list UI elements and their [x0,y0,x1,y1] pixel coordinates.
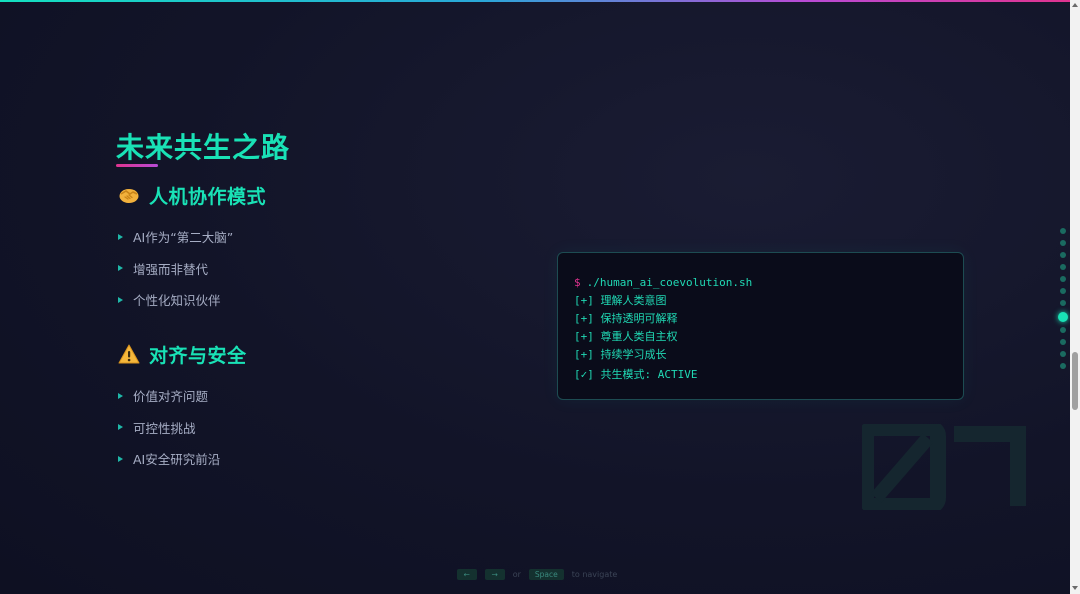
bullet-arrow-icon [118,424,123,431]
nav-dot[interactable] [1060,240,1066,246]
slide: 未来共生之路 人机协作模式 AI作为“第二大脑” 增强而非替代 个性化知识伙伴 … [0,0,1070,594]
list-item-text: 增强而非替代 [133,261,209,277]
section-heading: 对齐与安全 [118,340,518,368]
warning-icon [118,344,140,364]
list-item: 可控性挑战 [118,412,518,444]
section-heading: 人机协作模式 [118,181,518,209]
section-alignment: 对齐与安全 价值对齐问题 可控性挑战 AI安全研究前沿 [118,340,518,475]
terminal-output-line: [+] 持续学习成长 [574,348,667,361]
slide-number-watermark [862,424,1026,510]
terminal-output-line: [+] 保持透明可解释 [574,312,678,325]
slide-title: 未来共生之路 [116,131,291,164]
bullet-arrow-icon [118,233,123,240]
list-item: AI安全研究前沿 [118,443,518,475]
key-space[interactable]: Space [528,568,564,580]
nav-dot-active[interactable] [1058,312,1068,322]
list-item: 价值对齐问题 [118,380,518,412]
nav-dot[interactable] [1060,327,1066,333]
nav-dot[interactable] [1060,276,1066,282]
scroll-down-arrow-icon[interactable] [1072,586,1078,590]
terminal-output-line: [+] 尊重人类自主权 [574,330,678,343]
bullet-arrow-icon [118,392,123,399]
bullet-arrow-icon [118,455,123,462]
list-item-text: AI安全研究前沿 [133,452,221,468]
slide-nav-dots [1058,228,1068,375]
nav-dot[interactable] [1060,351,1066,357]
list-item: AI作为“第二大脑” [118,221,518,253]
top-gradient-bar [0,0,1070,2]
list-item-text: 个性化知识伙伴 [133,293,221,309]
nav-dot[interactable] [1060,288,1066,294]
hint-or: or [512,569,521,579]
scroll-up-arrow-icon[interactable] [1072,3,1078,7]
scroll-thumb[interactable] [1072,352,1078,410]
key-next[interactable]: → [484,568,505,580]
list-item-text: AI作为“第二大脑” [133,230,234,246]
hint-text: to navigate [571,569,618,579]
nav-dot[interactable] [1060,252,1066,258]
vertical-scrollbar[interactable] [1070,0,1080,594]
nav-dot[interactable] [1060,363,1066,369]
section-heading-label: 人机协作模式 [149,185,267,208]
title-underline [116,164,158,167]
terminal-command: ./human_ai_coevolution.sh [586,275,753,289]
list-item-text: 价值对齐问题 [133,389,209,405]
terminal-command-line: $ ./human_ai_coevolution.sh [574,273,963,291]
list-item-text: 可控性挑战 [133,420,196,436]
bullet-list: 价值对齐问题 可控性挑战 AI安全研究前沿 [118,380,518,475]
nav-dot[interactable] [1060,339,1066,345]
section-heading-label: 对齐与安全 [149,344,247,367]
terminal-output-line: [+] 理解人类意图 [574,294,667,307]
section-collaboration: 人机协作模式 AI作为“第二大脑” 增强而非替代 个性化知识伙伴 [118,181,518,316]
terminal-window: $ ./human_ai_coevolution.sh [+] 理解人类意图 [… [557,252,964,400]
list-item: 个性化知识伙伴 [118,284,518,316]
list-item: 增强而非替代 [118,253,518,285]
nav-dot[interactable] [1060,300,1066,306]
navigation-hint: ← → or Space to navigate [0,567,1070,581]
terminal-result-line: [✓] 共生模式: ACTIVE [574,368,698,381]
bullet-list: AI作为“第二大脑” 增强而非替代 个性化知识伙伴 [118,221,518,316]
bullet-arrow-icon [118,265,123,272]
nav-dot[interactable] [1060,264,1066,270]
nav-dot[interactable] [1060,228,1066,234]
terminal-prompt: $ [574,275,581,289]
bullet-arrow-icon [118,296,123,303]
key-prev[interactable]: ← [456,568,477,580]
handshake-icon [119,189,139,203]
